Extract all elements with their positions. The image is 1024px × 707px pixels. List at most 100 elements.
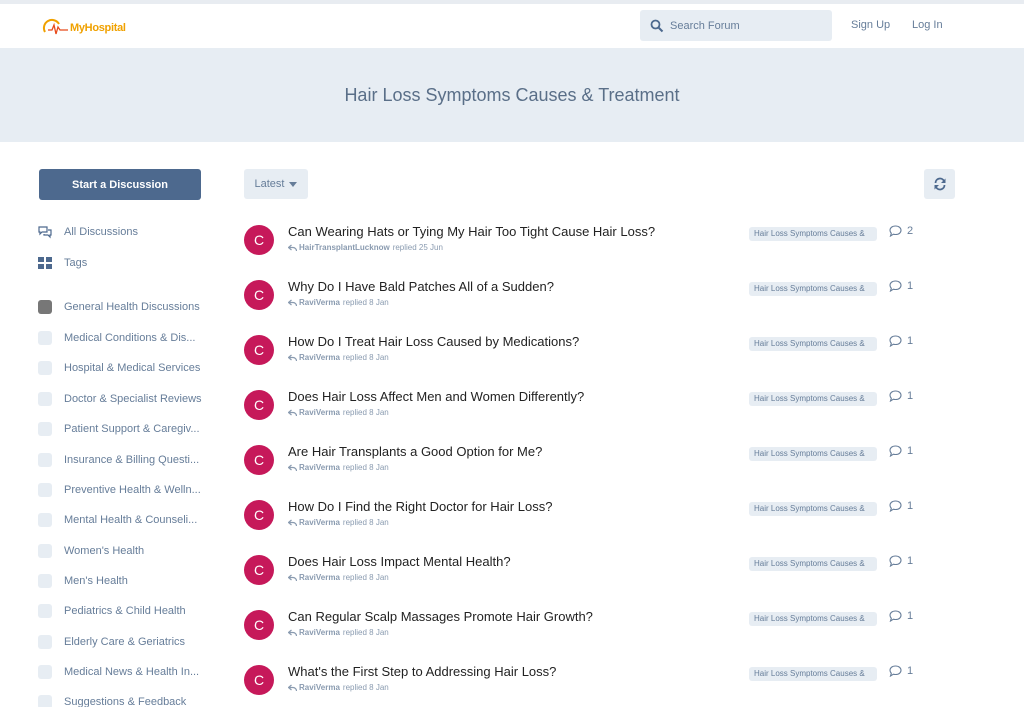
discussion-row[interactable]: C Can Wearing Hats or Tying My Hair Too …: [244, 224, 964, 275]
discussion-meta: RaviVerma replied 8 Jan: [288, 573, 389, 582]
comment-icon: [889, 555, 902, 567]
tag-item-preventive-health[interactable]: Preventive Health & Welln...: [38, 483, 202, 497]
comments-icon: [38, 226, 52, 239]
tag-item-suggestions[interactable]: Suggestions & Feedback: [38, 695, 202, 707]
tag-item-insurance-billing[interactable]: Insurance & Billing Questi...: [38, 453, 202, 467]
tag-color-swatch: [38, 604, 52, 618]
header: MyHospital Sign Up Log In: [0, 4, 1024, 48]
logo[interactable]: MyHospital: [42, 16, 126, 40]
reply-user[interactable]: HairTransplantLucknow: [299, 243, 390, 252]
nav-tags[interactable]: Tags: [38, 256, 87, 270]
reply-arrow-icon: [288, 629, 297, 636]
discussion-title[interactable]: Can Regular Scalp Massages Promote Hair …: [288, 609, 593, 624]
discussion-title[interactable]: Why Do I Have Bald Patches All of a Sudd…: [288, 279, 554, 294]
reply-count-value: 2: [907, 225, 914, 237]
tag-color-swatch: [38, 453, 52, 467]
discussion-title[interactable]: What's the First Step to Addressing Hair…: [288, 664, 556, 679]
comment-icon: [889, 665, 902, 677]
avatar[interactable]: C: [244, 280, 274, 310]
reply-time: replied 8 Jan: [342, 408, 389, 417]
reply-user[interactable]: RaviVerma: [299, 573, 340, 582]
avatar[interactable]: C: [244, 335, 274, 365]
sort-dropdown[interactable]: Latest: [244, 169, 308, 199]
reply-user[interactable]: RaviVerma: [299, 353, 340, 362]
avatar[interactable]: C: [244, 445, 274, 475]
avatar[interactable]: C: [244, 225, 274, 255]
discussion-title[interactable]: How Do I Treat Hair Loss Caused by Medic…: [288, 334, 579, 349]
tag-item-doctor-reviews[interactable]: Doctor & Specialist Reviews: [38, 392, 202, 406]
reply-arrow-icon: [288, 464, 297, 471]
discussion-row[interactable]: C Does Hair Loss Affect Men and Women Di…: [244, 389, 964, 440]
tag-badge[interactable]: Hair Loss Symptoms Causes &: [749, 282, 877, 296]
tag-item-medical-conditions[interactable]: Medical Conditions & Dis...: [38, 331, 202, 345]
avatar[interactable]: C: [244, 610, 274, 640]
tag-badge[interactable]: Hair Loss Symptoms Causes &: [749, 557, 877, 571]
avatar[interactable]: C: [244, 555, 274, 585]
reply-count: 1: [889, 610, 913, 622]
comment-icon: [889, 335, 902, 347]
tag-item-womens-health[interactable]: Women's Health: [38, 544, 202, 558]
tag-item-pediatrics[interactable]: Pediatrics & Child Health: [38, 604, 202, 618]
avatar[interactable]: C: [244, 665, 274, 695]
discussion-row[interactable]: C How Do I Treat Hair Loss Caused by Med…: [244, 334, 964, 385]
tag-item-general-health[interactable]: General Health Discussions: [38, 300, 202, 314]
discussion-title[interactable]: Does Hair Loss Affect Men and Women Diff…: [288, 389, 584, 404]
discussion-row[interactable]: C Can Regular Scalp Massages Promote Hai…: [244, 609, 964, 660]
refresh-button[interactable]: [924, 169, 955, 199]
discussion-row[interactable]: C Are Hair Transplants a Good Option for…: [244, 444, 964, 495]
discussion-title[interactable]: How Do I Find the Right Doctor for Hair …: [288, 499, 552, 514]
reply-count: 2: [889, 225, 913, 237]
tag-item-elderly-care[interactable]: Elderly Care & Geriatrics: [38, 635, 202, 649]
tag-item-mens-health[interactable]: Men's Health: [38, 574, 202, 588]
reply-count: 1: [889, 555, 913, 567]
discussion-row[interactable]: C Why Do I Have Bald Patches All of a Su…: [244, 279, 964, 330]
reply-time: replied 8 Jan: [342, 518, 389, 527]
tag-item-patient-support[interactable]: Patient Support & Caregiv...: [38, 422, 202, 436]
tag-badge[interactable]: Hair Loss Symptoms Causes &: [749, 227, 877, 241]
discussion-title[interactable]: Can Wearing Hats or Tying My Hair Too Ti…: [288, 224, 655, 239]
avatar[interactable]: C: [244, 390, 274, 420]
reply-user[interactable]: RaviVerma: [299, 683, 340, 692]
tag-item-hospital-services[interactable]: Hospital & Medical Services: [38, 361, 202, 375]
reply-count: 1: [889, 390, 913, 402]
discussion-row[interactable]: C What's the First Step to Addressing Ha…: [244, 664, 964, 707]
nav-label: All Discussions: [64, 226, 138, 238]
discussion-meta: RaviVerma replied 8 Jan: [288, 463, 389, 472]
avatar[interactable]: C: [244, 500, 274, 530]
reply-count-value: 1: [907, 500, 914, 512]
tag-color-swatch: [38, 574, 52, 588]
discussion-title[interactable]: Are Hair Transplants a Good Option for M…: [288, 444, 542, 459]
discussion-meta: RaviVerma replied 8 Jan: [288, 353, 389, 362]
tag-badge[interactable]: Hair Loss Symptoms Causes &: [749, 392, 877, 406]
comment-icon: [889, 445, 902, 457]
comment-icon: [889, 280, 902, 292]
tag-badge[interactable]: Hair Loss Symptoms Causes &: [749, 447, 877, 461]
reply-user[interactable]: RaviVerma: [299, 628, 340, 637]
tag-color-swatch: [38, 695, 52, 707]
reply-time: replied 8 Jan: [342, 298, 389, 307]
reply-time: replied 8 Jan: [342, 463, 389, 472]
tag-item-medical-news[interactable]: Medical News & Health In...: [38, 665, 202, 679]
reply-user[interactable]: RaviVerma: [299, 298, 340, 307]
search-input[interactable]: [670, 19, 820, 32]
log-in-link[interactable]: Log In: [912, 19, 943, 31]
reply-user[interactable]: RaviVerma: [299, 463, 340, 472]
nav-all-discussions[interactable]: All Discussions: [38, 225, 138, 239]
discussion-title[interactable]: Does Hair Loss Impact Mental Health?: [288, 554, 511, 569]
tags-grid-icon: [38, 257, 52, 269]
tag-badge[interactable]: Hair Loss Symptoms Causes &: [749, 502, 877, 516]
tag-item-mental-health[interactable]: Mental Health & Counseli...: [38, 513, 202, 527]
tag-badge[interactable]: Hair Loss Symptoms Causes &: [749, 612, 877, 626]
tag-color-swatch: [38, 392, 52, 406]
search-box[interactable]: [640, 10, 832, 41]
discussion-row[interactable]: C Does Hair Loss Impact Mental Health? R…: [244, 554, 964, 605]
start-discussion-button[interactable]: Start a Discussion: [39, 169, 201, 200]
tag-color-swatch: [38, 665, 52, 679]
discussion-row[interactable]: C How Do I Find the Right Doctor for Hai…: [244, 499, 964, 550]
reply-time: replied 8 Jan: [342, 683, 389, 692]
sign-up-link[interactable]: Sign Up: [851, 19, 890, 31]
reply-user[interactable]: RaviVerma: [299, 408, 340, 417]
tag-badge[interactable]: Hair Loss Symptoms Causes &: [749, 337, 877, 351]
reply-user[interactable]: RaviVerma: [299, 518, 340, 527]
tag-badge[interactable]: Hair Loss Symptoms Causes &: [749, 667, 877, 681]
